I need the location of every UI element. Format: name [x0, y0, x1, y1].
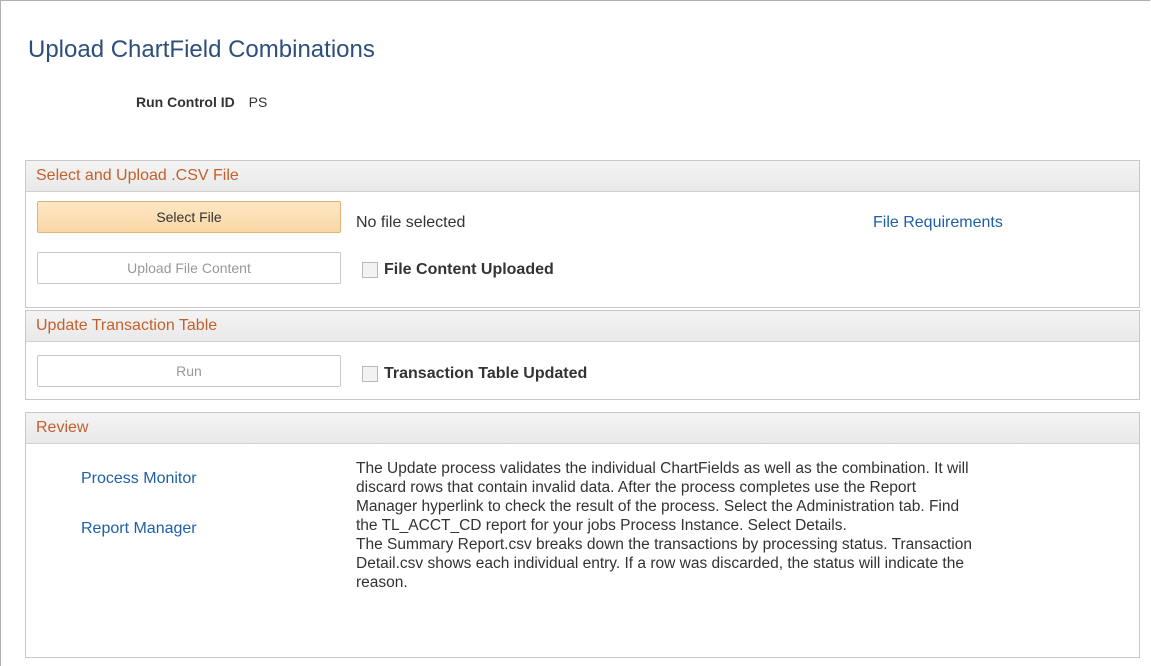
process-monitor-link[interactable]: Process Monitor	[81, 470, 197, 488]
update-section: Update Transaction Table Run Transaction…	[25, 310, 1140, 400]
file-content-uploaded-label: File Content Uploaded	[384, 261, 554, 278]
transaction-table-updated-checkbox[interactable]	[362, 366, 378, 382]
run-button[interactable]: Run	[37, 355, 341, 387]
review-section-header: Review	[26, 413, 1139, 444]
transaction-table-updated-row: Transaction Table Updated	[362, 365, 587, 383]
upload-section-header: Select and Upload .CSV File	[26, 161, 1139, 192]
file-requirements-link[interactable]: File Requirements	[873, 214, 1003, 232]
review-description-p2: The Summary Report.csv breaks down the t…	[356, 536, 972, 591]
review-section: Review Process Monitor Report Manager Th…	[25, 412, 1140, 658]
review-description-p1: The Update process validates the individ…	[356, 460, 969, 534]
upload-file-content-button[interactable]: Upload File Content	[37, 252, 341, 284]
upload-section: Select and Upload .CSV File Select File …	[25, 160, 1140, 308]
no-file-selected-text: No file selected	[356, 214, 466, 231]
file-content-uploaded-checkbox[interactable]	[362, 262, 378, 278]
transaction-table-updated-label: Transaction Table Updated	[384, 365, 588, 382]
run-control-label: Run Control ID	[136, 94, 235, 110]
run-control-row: Run Control ID PS	[136, 94, 267, 110]
run-control-value: PS	[248, 94, 268, 110]
file-content-uploaded-row: File Content Uploaded	[362, 261, 554, 279]
review-description: The Update process validates the individ…	[356, 459, 976, 592]
update-section-header: Update Transaction Table	[26, 311, 1139, 342]
select-file-button[interactable]: Select File	[37, 201, 341, 233]
report-manager-link[interactable]: Report Manager	[81, 520, 197, 538]
page-title: Upload ChartField Combinations	[28, 36, 375, 63]
